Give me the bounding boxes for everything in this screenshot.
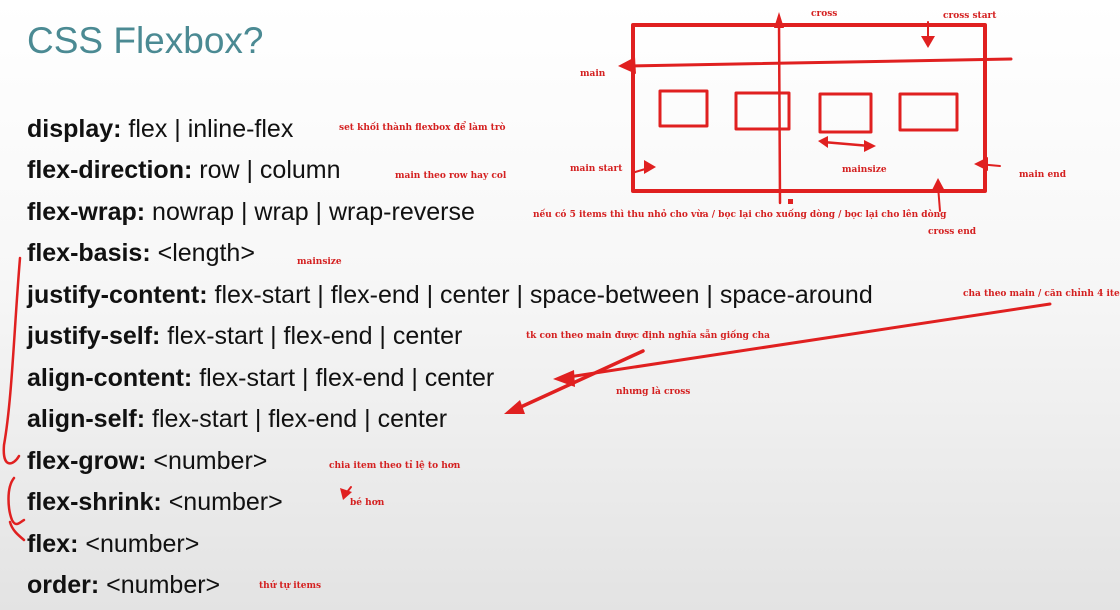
label-main-end: main end	[1019, 170, 1067, 180]
arrowhead	[931, 178, 945, 192]
cross-axis-line	[777, 18, 782, 205]
label-main: main	[580, 69, 606, 79]
note-cross: nhưng là cross	[616, 387, 691, 397]
arrowhead	[553, 370, 575, 387]
note-flex-grow: chia item theo tỉ lệ to hơn	[329, 461, 461, 471]
pointer-arrow	[560, 302, 1052, 380]
note-flex-wrap: nếu có 5 items thì thu nhỏ cho vừa / bọc…	[533, 210, 947, 220]
arrowhead	[818, 136, 828, 148]
arrowhead	[774, 12, 784, 28]
note-flex-direction: main theo row hay col	[395, 171, 507, 181]
note-justify-content: cha theo main / căn chỉnh 4 items	[963, 289, 1120, 299]
label-main-start: main start	[570, 164, 623, 174]
flex-container-box	[631, 23, 987, 193]
arrowhead	[504, 400, 525, 414]
flex-item-box	[898, 92, 959, 132]
arrowhead	[974, 157, 988, 171]
marker-dot	[788, 199, 793, 204]
arrowhead	[618, 57, 636, 74]
note-display: set khối thành flexbox để làm trò	[339, 123, 506, 133]
grouping-brace	[2, 256, 26, 542]
note-flex-basis: mainsize	[297, 257, 342, 267]
mainsize-arrow	[821, 140, 872, 148]
note-flex-shrink: bé hơn	[350, 498, 385, 508]
flex-item-box	[818, 92, 873, 134]
main-axis-line	[624, 57, 1013, 68]
flex-item-box	[658, 89, 709, 128]
arrowhead	[644, 160, 656, 174]
flex-item-box	[734, 91, 791, 131]
label-cross-end: cross end	[928, 227, 977, 237]
note-justify-self: tk con theo main được định nghĩa sẵn giố…	[526, 331, 770, 341]
label-cross-start: cross start	[943, 11, 997, 21]
label-mainsize: mainsize	[842, 165, 887, 175]
note-order: thứ tự items	[259, 581, 322, 591]
label-cross: cross	[811, 9, 838, 19]
pointer-arrow	[510, 349, 645, 413]
annotation-drawing	[2, 12, 1052, 542]
arrowhead	[921, 36, 935, 48]
arrowhead	[864, 140, 876, 152]
